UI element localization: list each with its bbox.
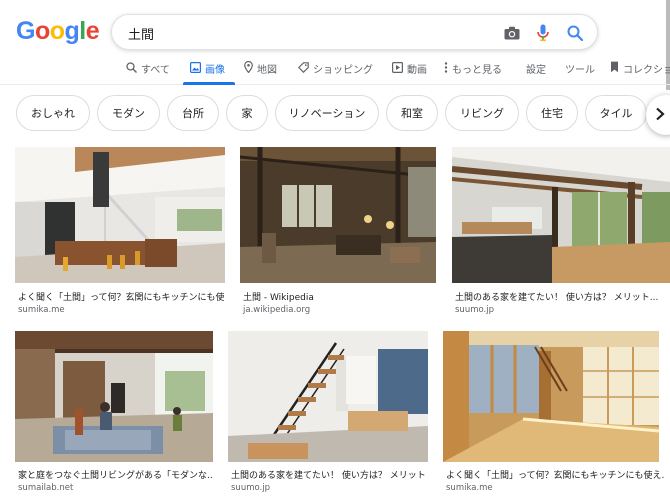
map-pin-icon: [244, 60, 253, 76]
tab-collections[interactable]: コレクション: [610, 61, 670, 76]
chip-stylish[interactable]: おしゃれ: [16, 95, 90, 131]
tab-images[interactable]: 画像: [190, 61, 225, 76]
result-thumbnail[interactable]: [452, 147, 670, 283]
chip-house[interactable]: 家: [226, 95, 268, 131]
tab-shopping[interactable]: ショッピング: [297, 61, 373, 76]
result-source: sumika.me: [446, 483, 493, 493]
search-icon: [126, 61, 137, 76]
google-logo[interactable]: Google: [16, 17, 100, 46]
search-input[interactable]: 土間: [128, 24, 154, 43]
image-result[interactable]: よく聞く「土間」って何？玄関にもキッチンにも使え... sumika.me: [15, 147, 225, 319]
active-tab-indicator: [183, 82, 235, 85]
result-source: sumika.me: [18, 305, 65, 315]
image-result[interactable]: 土間 - Wikipedia ja.wikipedia.org: [240, 147, 436, 319]
microphone-icon[interactable]: [533, 23, 553, 43]
chip-modern[interactable]: モダン: [97, 95, 160, 131]
chip-japanese-room[interactable]: 和室: [386, 95, 438, 131]
image-result[interactable]: よく聞く「土間」って何？玄関にもキッチンにも使え... sumika.me: [443, 331, 665, 500]
result-title[interactable]: 土間 - Wikipedia: [243, 290, 435, 303]
play-icon: [392, 61, 404, 76]
result-title[interactable]: 家と庭をつなぐ土間リビングがある「モダンな...: [18, 468, 213, 481]
result-source: sumailab.net: [18, 483, 74, 493]
image-result[interactable]: 土間のある家を建てたい！ 使い方は？ メリット... suumo.jp: [228, 331, 428, 500]
image-icon: [190, 61, 202, 76]
chip-tile[interactable]: タイル: [585, 95, 647, 131]
search-submit-icon[interactable]: [565, 23, 585, 43]
result-source: suumo.jp: [455, 305, 494, 315]
chevron-right-icon: [655, 106, 665, 125]
chip-renovation[interactable]: リノベーション: [275, 95, 379, 131]
result-thumbnail[interactable]: [15, 147, 225, 283]
chip-kitchen[interactable]: 台所: [167, 95, 219, 131]
chip-living[interactable]: リビング: [445, 95, 519, 131]
camera-icon[interactable]: [502, 23, 522, 43]
tab-more[interactable]: もっと見る: [444, 61, 502, 76]
tag-icon: [297, 61, 309, 76]
chips-next-button[interactable]: [646, 95, 670, 135]
tab-all[interactable]: すべて: [126, 61, 170, 76]
result-title[interactable]: よく聞く「土間」って何？玄関にもキッチンにも使え...: [446, 468, 664, 481]
result-source: suumo.jp: [231, 483, 270, 493]
result-thumbnail[interactable]: [443, 331, 659, 462]
tab-settings[interactable]: 設定: [526, 61, 546, 76]
result-title[interactable]: よく聞く「土間」って何？玄関にもキッチンにも使え...: [18, 290, 224, 303]
tab-maps[interactable]: 地図: [244, 60, 277, 76]
search-tabs: すべて 画像 地図 ショッピング 動画 もっと見る 設定 ツール コレクション: [0, 55, 670, 85]
image-result[interactable]: 土間のある家を建てたい！ 使い方は？ メリット... suumo.jp: [452, 147, 670, 319]
result-thumbnail[interactable]: [15, 331, 213, 462]
tab-tools[interactable]: ツール: [565, 61, 595, 76]
result-title[interactable]: 土間のある家を建てたい！ 使い方は？ メリット...: [231, 468, 426, 481]
image-result[interactable]: 家と庭をつなぐ土間リビングがある「モダンな... sumailab.net: [15, 331, 213, 500]
chip-housing[interactable]: 住宅: [526, 95, 578, 131]
tab-videos[interactable]: 動画: [392, 61, 427, 76]
result-source: ja.wikipedia.org: [243, 305, 311, 315]
related-search-chips: おしゃれ モダン 台所 家 リノベーション 和室 リビング 住宅 タイル: [0, 95, 670, 135]
more-vert-icon: [444, 61, 448, 76]
result-title[interactable]: 土間のある家を建てたい！ 使い方は？ メリット...: [455, 290, 660, 303]
result-thumbnail[interactable]: [228, 331, 428, 462]
search-box[interactable]: 土間: [111, 14, 598, 50]
bookmark-icon: [610, 61, 619, 76]
result-thumbnail[interactable]: [240, 147, 436, 283]
